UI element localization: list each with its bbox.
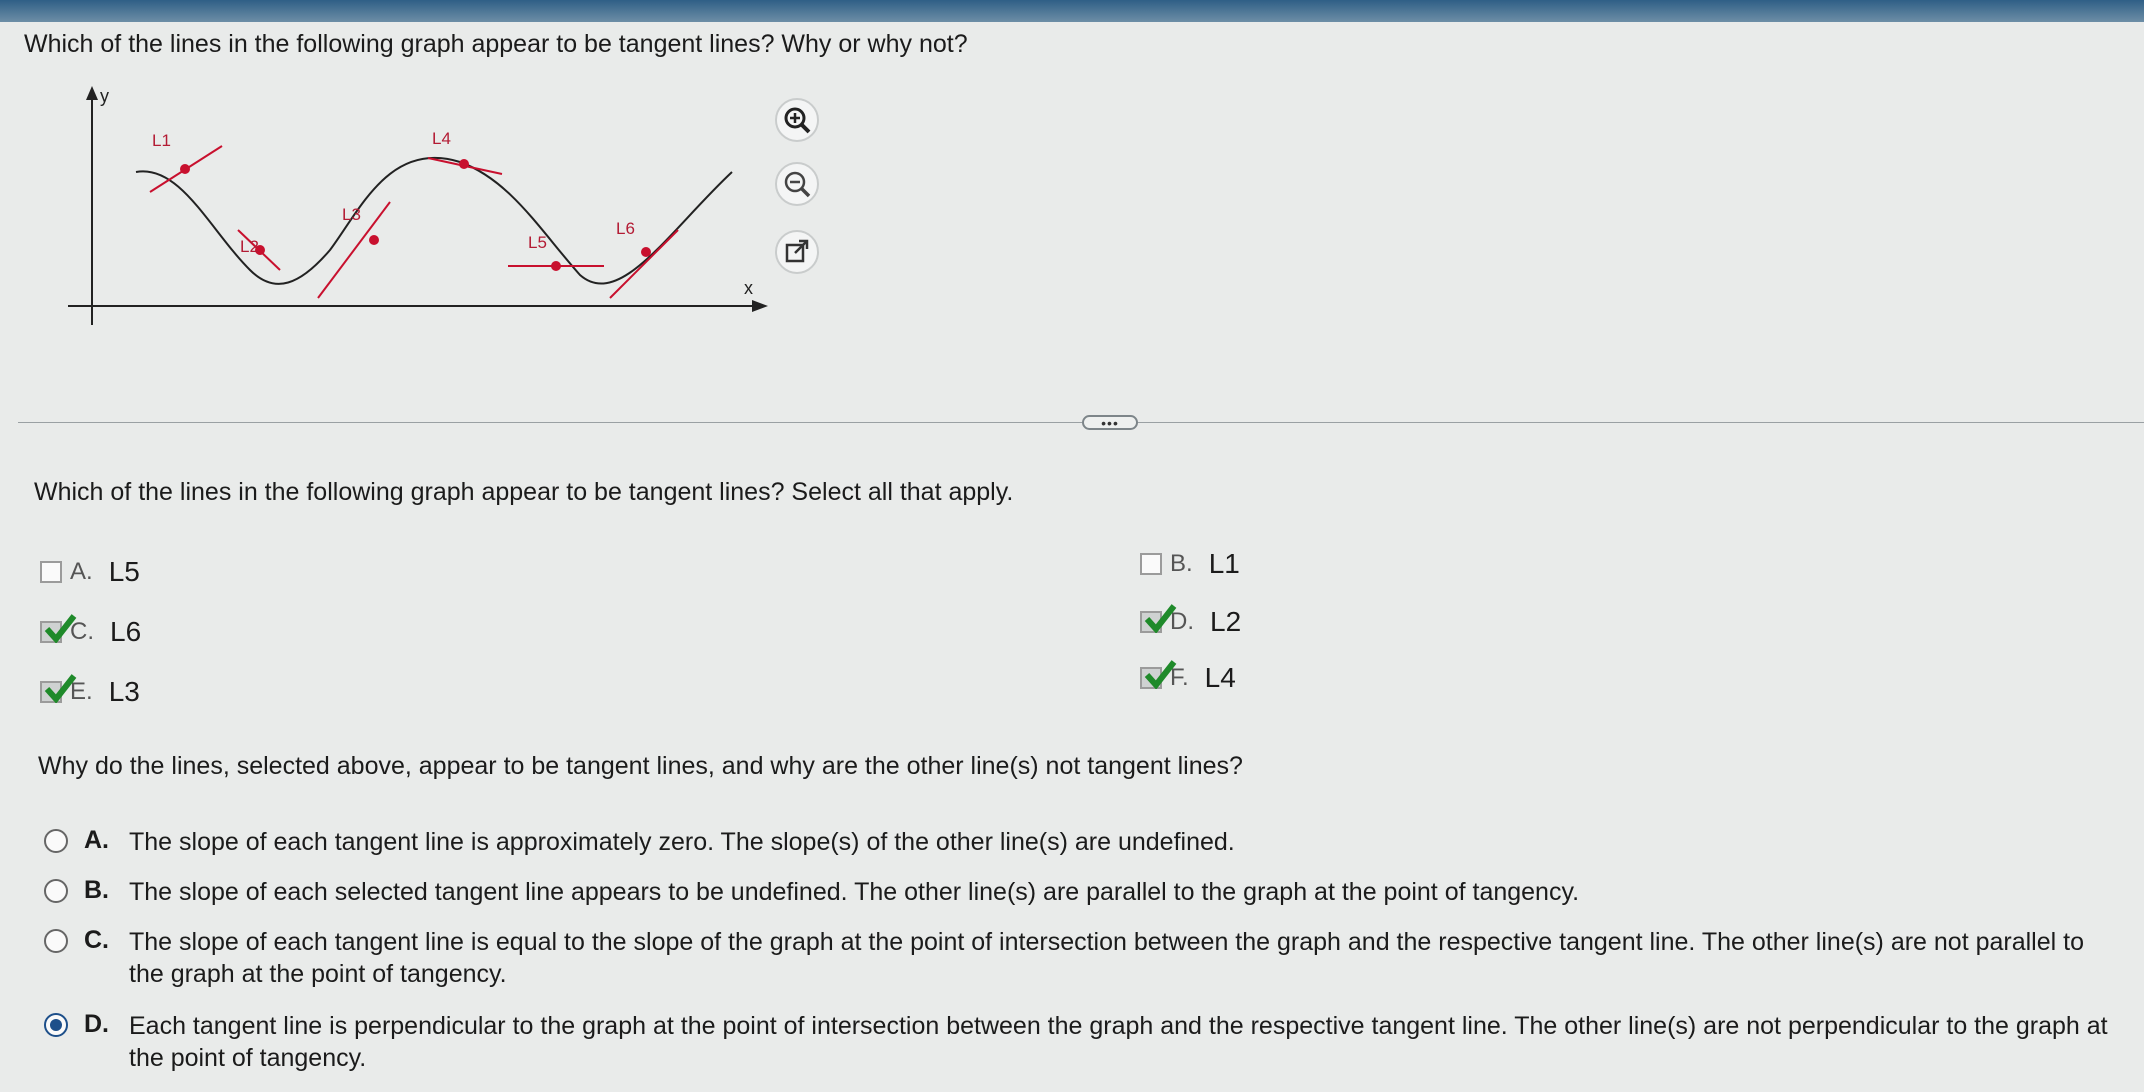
point-L6 [641, 247, 651, 257]
checkmark-icon [44, 614, 77, 643]
option-value: L4 [1204, 662, 1236, 693]
checkbox-d[interactable] [1140, 604, 1177, 633]
section-divider [18, 422, 2144, 423]
part1-prompt: Which of the lines in the following grap… [34, 478, 1014, 506]
label-L4: L4 [432, 129, 451, 148]
external-link-icon [785, 239, 809, 263]
option-value: L1 [1208, 548, 1240, 579]
option-value: L5 [108, 556, 140, 587]
zoom-out-button[interactable] [775, 162, 819, 206]
top-bar [0, 0, 2144, 22]
x-axis-arrow [752, 300, 768, 312]
label-L2: L2 [240, 237, 259, 256]
option-value: L2 [1210, 606, 1242, 637]
point-L3 [369, 235, 379, 245]
checkbox-a[interactable] [40, 561, 62, 583]
checkmark-icon [44, 674, 77, 703]
option-e[interactable]: E. L3 [40, 674, 140, 708]
answer-a[interactable]: A. The slope of each tangent line is app… [44, 826, 2124, 858]
answer-letter: B. [84, 876, 109, 904]
y-axis-arrow [86, 86, 98, 100]
label-L6: L6 [616, 219, 635, 238]
point-L4 [459, 159, 469, 169]
option-a[interactable]: A. L5 [40, 556, 140, 588]
radio-c[interactable] [44, 929, 68, 953]
option-value: L3 [108, 676, 140, 707]
checkmark-icon [1144, 604, 1177, 633]
label-L1: L1 [152, 131, 171, 150]
radio-b[interactable] [44, 879, 68, 903]
more-button[interactable]: ••• [1082, 415, 1138, 430]
function-graph: y x L1 L2 L3 L4 L5 L6 [68, 86, 768, 325]
answer-text: Each tangent line is perpendicular to th… [129, 1012, 2108, 1072]
label-L3: L3 [342, 205, 361, 224]
option-letter: A. [70, 558, 93, 585]
option-b[interactable]: B. L1 [1140, 548, 1240, 580]
radio-d[interactable] [44, 1013, 68, 1037]
answer-letter: C. [84, 926, 109, 954]
x-axis-label: x [744, 278, 753, 298]
popout-button[interactable] [775, 230, 819, 274]
answer-c[interactable]: C. The slope of each tangent line is equ… [44, 926, 2124, 990]
question-text: Which of the lines in the following grap… [24, 30, 968, 58]
answer-d[interactable]: D. Each tangent line is perpendicular to… [44, 1010, 2124, 1074]
label-L5: L5 [528, 233, 547, 252]
checkbox-f[interactable] [1140, 660, 1177, 689]
option-value: L6 [110, 616, 142, 647]
y-axis-label: y [100, 86, 109, 106]
option-f[interactable]: F. L4 [1140, 660, 1236, 694]
answer-text: The slope of each tangent line is approx… [129, 828, 1235, 856]
answer-letter: D. [84, 1010, 109, 1038]
line-L6 [609, 229, 679, 299]
option-letter: B. [1170, 550, 1193, 577]
option-d[interactable]: D. L2 [1140, 604, 1242, 638]
option-c[interactable]: C. L6 [40, 614, 142, 648]
answer-text: The slope of each tangent line is equal … [129, 928, 2084, 988]
zoom-in-icon [784, 107, 811, 134]
zoom-in-button[interactable] [775, 98, 819, 142]
checkmark-icon [1144, 660, 1177, 689]
answer-b[interactable]: B. The slope of each selected tangent li… [44, 876, 2124, 908]
checkbox-e[interactable] [40, 674, 77, 703]
point-L1 [180, 164, 190, 174]
answer-text: The slope of each selected tangent line … [129, 878, 1580, 906]
checkbox-b[interactable] [1140, 553, 1162, 575]
zoom-out-icon [784, 171, 811, 198]
checkbox-c[interactable] [40, 614, 77, 643]
answer-letter: A. [84, 826, 109, 854]
point-L5 [551, 261, 561, 271]
radio-a[interactable] [44, 829, 68, 853]
part2-prompt: Why do the lines, selected above, appear… [38, 752, 1243, 780]
